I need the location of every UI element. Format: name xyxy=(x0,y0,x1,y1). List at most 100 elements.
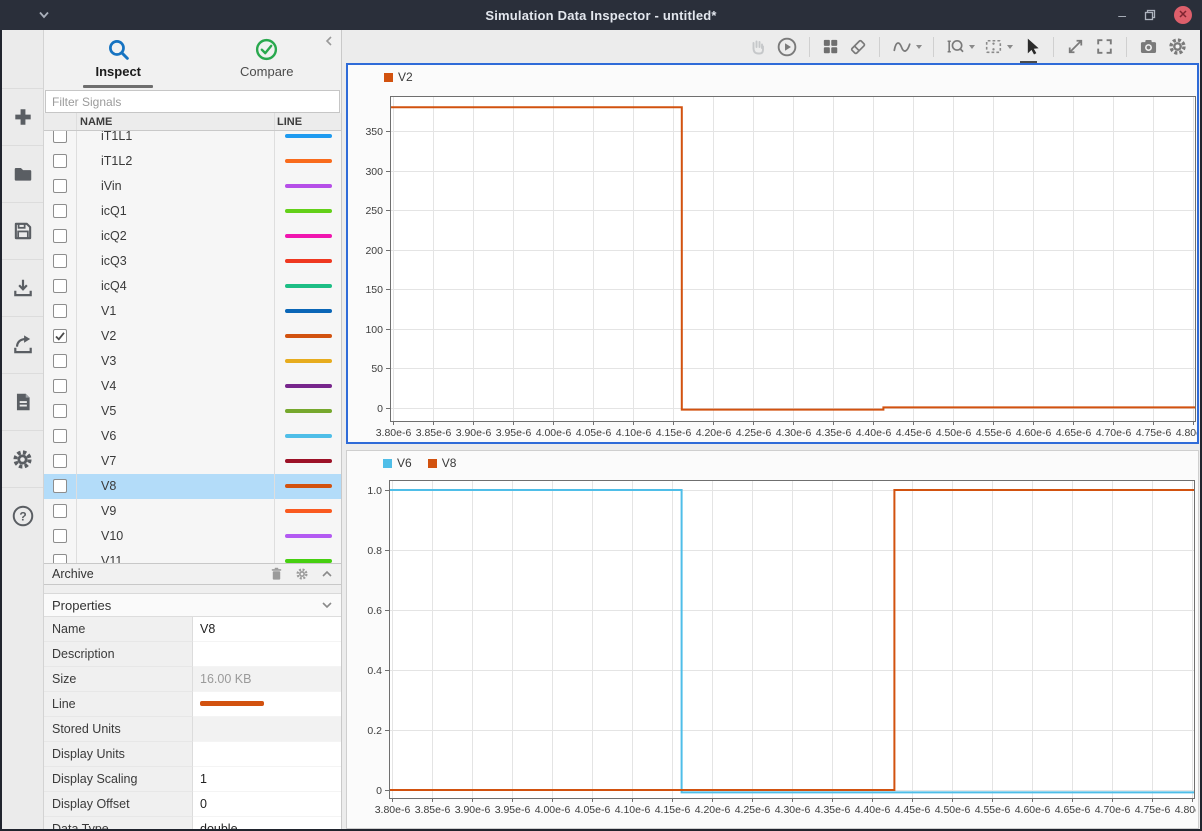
signal-row[interactable]: icQ2 xyxy=(44,224,341,249)
signal-line-swatch[interactable] xyxy=(285,159,332,163)
signal-line-swatch[interactable] xyxy=(285,134,332,138)
filter-signals-input[interactable] xyxy=(45,90,340,113)
property-value[interactable]: 0 xyxy=(193,792,341,817)
signal-line-swatch[interactable] xyxy=(285,259,332,263)
subplot-1[interactable]: V2 3.80e-63.85e-63.90e-63.95e-64.00e-64.… xyxy=(346,63,1199,444)
signal-checkbox[interactable] xyxy=(53,479,67,493)
signal-checkbox[interactable] xyxy=(53,154,67,168)
signal-line-swatch[interactable] xyxy=(285,384,332,388)
archive-bar[interactable]: Archive xyxy=(44,563,341,585)
signal-checkbox[interactable] xyxy=(53,254,67,268)
signal-checkbox[interactable] xyxy=(53,454,67,468)
signal-line-swatch[interactable] xyxy=(285,359,332,363)
signal-line-swatch[interactable] xyxy=(285,234,332,238)
signal-row[interactable]: V7 xyxy=(44,449,341,474)
signal-checkbox[interactable] xyxy=(53,554,67,563)
signal-row[interactable]: V4 xyxy=(44,374,341,399)
window-menu-chevron-icon[interactable] xyxy=(36,9,52,21)
help-button[interactable]: ? xyxy=(2,487,43,544)
minimize-button[interactable]: – xyxy=(1118,10,1126,20)
signal-line-swatch[interactable] xyxy=(285,484,332,488)
signal-row[interactable]: icQ4 xyxy=(44,274,341,299)
signal-row[interactable]: V8 xyxy=(44,474,341,499)
signal-row[interactable]: V5 xyxy=(44,399,341,424)
zoom-in-time-button[interactable] xyxy=(945,34,975,60)
signal-line-swatch[interactable] xyxy=(285,509,332,513)
zoom-in-xy-button[interactable] xyxy=(983,34,1013,60)
fullscreen-button[interactable] xyxy=(1094,34,1115,60)
subplot-layout-button[interactable] xyxy=(821,34,840,60)
property-value[interactable]: V8 xyxy=(193,617,341,642)
signal-line-swatch[interactable] xyxy=(285,534,332,538)
new-button[interactable] xyxy=(2,88,43,145)
preferences-button[interactable] xyxy=(2,430,43,487)
property-value[interactable] xyxy=(193,692,341,717)
signal-line-swatch[interactable] xyxy=(285,559,332,563)
signal-row[interactable]: iVin xyxy=(44,174,341,199)
open-button[interactable] xyxy=(2,145,43,202)
signal-checkbox[interactable] xyxy=(53,429,67,443)
signal-row[interactable]: icQ1 xyxy=(44,199,341,224)
signal-row[interactable]: iT1L2 xyxy=(44,149,341,174)
properties-expand-chevron-icon[interactable] xyxy=(321,600,333,610)
signal-line-swatch[interactable] xyxy=(285,334,332,338)
clear-subplots-button[interactable] xyxy=(848,34,868,60)
archive-gear-icon[interactable] xyxy=(295,567,309,581)
tab-compare[interactable]: Compare xyxy=(193,30,342,90)
collapse-panel-icon[interactable] xyxy=(323,35,335,47)
fit-to-view-button[interactable] xyxy=(1065,34,1086,60)
property-value[interactable] xyxy=(193,642,341,667)
export-button[interactable] xyxy=(2,316,43,373)
signal-row[interactable]: V2 xyxy=(44,324,341,349)
signal-row[interactable]: V11 xyxy=(44,549,341,563)
property-value[interactable] xyxy=(193,717,341,742)
close-button[interactable]: ✕ xyxy=(1174,6,1192,24)
pointer-button[interactable] xyxy=(1021,34,1042,60)
signal-line-swatch[interactable] xyxy=(285,434,332,438)
signal-line-swatch[interactable] xyxy=(285,409,332,413)
signal-line-swatch[interactable] xyxy=(285,459,332,463)
property-value[interactable] xyxy=(193,742,341,767)
signal-checkbox[interactable] xyxy=(53,204,67,218)
pan-button[interactable] xyxy=(748,34,768,60)
signal-checkbox[interactable] xyxy=(53,279,67,293)
signal-row[interactable]: V10 xyxy=(44,524,341,549)
tab-inspect[interactable]: Inspect xyxy=(44,30,193,90)
signal-checkbox[interactable] xyxy=(53,504,67,518)
signal-row[interactable]: iT1L1 xyxy=(44,131,341,149)
signal-checkbox[interactable] xyxy=(53,529,67,543)
save-button[interactable] xyxy=(2,202,43,259)
create-report-button[interactable] xyxy=(2,373,43,430)
signal-row[interactable]: icQ3 xyxy=(44,249,341,274)
signal-checkbox[interactable] xyxy=(53,229,67,243)
signal-checkbox[interactable] xyxy=(53,354,67,368)
line-style-swatch[interactable] xyxy=(200,701,264,706)
signal-checkbox[interactable] xyxy=(53,404,67,418)
replay-button[interactable] xyxy=(776,34,798,60)
signal-checkbox[interactable] xyxy=(53,379,67,393)
property-value[interactable]: 1 xyxy=(193,767,341,792)
signal-row[interactable]: V3 xyxy=(44,349,341,374)
signal-line-swatch[interactable] xyxy=(285,284,332,288)
subplot-1-plot[interactable]: 3.80e-63.85e-63.90e-63.95e-64.00e-64.05e… xyxy=(348,65,1197,442)
signal-checkbox[interactable] xyxy=(53,329,67,343)
subplot-2[interactable]: V6V8 3.80e-63.85e-63.90e-63.95e-64.00e-6… xyxy=(346,450,1199,829)
snapshot-button[interactable] xyxy=(1138,34,1159,60)
property-value[interactable]: double xyxy=(193,817,341,829)
signal-row[interactable]: V6 xyxy=(44,424,341,449)
signal-line-swatch[interactable] xyxy=(285,209,332,213)
signal-row[interactable]: V1 xyxy=(44,299,341,324)
subplot-2-plot[interactable]: 3.80e-63.85e-63.90e-63.95e-64.00e-64.05e… xyxy=(347,451,1196,828)
signal-line-swatch[interactable] xyxy=(285,309,332,313)
signal-checkbox[interactable] xyxy=(53,179,67,193)
property-value[interactable]: 16.00 KB xyxy=(193,667,341,692)
signal-checkbox[interactable] xyxy=(53,131,67,143)
archive-collapse-chevron-icon[interactable] xyxy=(321,569,333,579)
restore-button[interactable] xyxy=(1144,9,1156,21)
signal-line-swatch[interactable] xyxy=(285,184,332,188)
import-button[interactable] xyxy=(2,259,43,316)
signal-row[interactable]: V9 xyxy=(44,499,341,524)
signal-checkbox[interactable] xyxy=(53,304,67,318)
trash-icon[interactable] xyxy=(270,567,283,581)
properties-header[interactable]: Properties xyxy=(44,593,341,617)
